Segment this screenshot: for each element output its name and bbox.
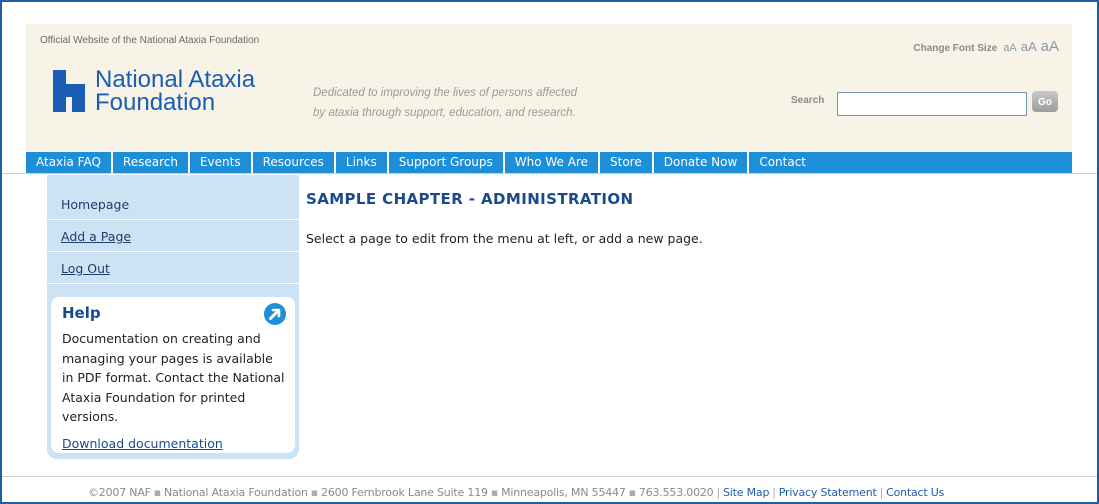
- footer-contact-link[interactable]: Contact Us: [886, 486, 944, 499]
- sidebar-item-log-out[interactable]: Log Out: [47, 254, 299, 284]
- site-logo[interactable]: National Ataxia Foundation: [51, 66, 256, 116]
- main-nav: Ataxia FAQ Research Events Resources Lin…: [26, 152, 1072, 173]
- footer-pipe: |: [772, 486, 776, 499]
- arrow-up-right-circle-icon[interactable]: [263, 302, 287, 326]
- download-documentation-link[interactable]: Download documentation: [62, 436, 223, 451]
- font-size-large-button[interactable]: aA: [1041, 38, 1059, 55]
- nav-store[interactable]: Store: [600, 152, 654, 173]
- footer-bullet: ▪: [628, 486, 636, 499]
- nav-divider: [2, 173, 1097, 174]
- tagline-line-1: Dedicated to improving the lives of pers…: [313, 87, 578, 99]
- font-size-small-button[interactable]: aA: [1003, 42, 1016, 54]
- nav-links[interactable]: Links: [336, 152, 389, 173]
- footer-bullet: ▪: [490, 486, 499, 499]
- footer-divider: [2, 476, 1097, 477]
- footer-phone: 763.553.0020: [638, 486, 714, 499]
- footer-site-map-link[interactable]: Site Map: [723, 486, 769, 499]
- logo-text: National Ataxia Foundation: [95, 66, 256, 116]
- search-label: Search: [791, 95, 825, 106]
- sidebar-item-homepage[interactable]: Homepage: [47, 190, 299, 220]
- footer-bullet: ▪: [153, 486, 162, 499]
- search-input[interactable]: [837, 92, 1027, 116]
- tagline-line-2: by ataxia through support, education, an…: [313, 107, 576, 119]
- footer-bullet: ▪: [310, 486, 319, 499]
- footer-city: Minneapolis, MN 55447: [501, 486, 626, 499]
- page-frame: Official Website of the National Ataxia …: [0, 0, 1099, 504]
- help-title: Help: [62, 304, 101, 322]
- sidebar: Homepage Add a Page Log Out Help Documen…: [47, 175, 299, 459]
- nav-events[interactable]: Events: [190, 152, 253, 173]
- footer-address: 2600 Fernbrook Lane Suite 119: [321, 486, 488, 499]
- tagline: Dedicated to improving the lives of pers…: [313, 83, 577, 123]
- official-website-text: Official Website of the National Ataxia …: [40, 35, 260, 46]
- footer-copyright: ©2007 NAF: [88, 486, 151, 499]
- site-header: Official Website of the National Ataxia …: [26, 24, 1072, 152]
- page-instructions: Select a page to edit from the menu at l…: [306, 231, 703, 246]
- nav-support-groups[interactable]: Support Groups: [389, 152, 505, 173]
- help-box: Help Documentation on creating and manag…: [51, 297, 295, 453]
- naf-logo-icon: [53, 70, 85, 112]
- footer-pipe: |: [879, 486, 884, 499]
- font-size-medium-button[interactable]: aA: [1021, 39, 1037, 54]
- nav-donate-now[interactable]: Donate Now: [654, 152, 750, 173]
- footer-pipe: |: [716, 486, 721, 499]
- logo-line-2: Foundation: [95, 89, 216, 116]
- sidebar-item-add-page[interactable]: Add a Page: [47, 222, 299, 252]
- nav-who-we-are[interactable]: Who We Are: [505, 152, 601, 173]
- nav-research[interactable]: Research: [113, 152, 190, 173]
- footer-org: National Ataxia Foundation: [164, 486, 308, 499]
- nav-resources[interactable]: Resources: [253, 152, 336, 173]
- footer-privacy-link[interactable]: Privacy Statement: [779, 486, 877, 499]
- search-go-button[interactable]: Go: [1032, 91, 1058, 112]
- help-text: Documentation on creating and managing y…: [62, 331, 285, 424]
- site-footer: ©2007 NAF ▪ National Ataxia Foundation ▪ 260…: [88, 486, 944, 499]
- font-size-label: Change Font Size: [913, 43, 998, 54]
- font-size-controls: Change Font Size aA aA aA: [913, 38, 1059, 55]
- nav-ataxia-faq[interactable]: Ataxia FAQ: [26, 152, 113, 173]
- nav-contact[interactable]: Contact: [749, 152, 816, 173]
- logo-line-1: National Ataxia: [95, 66, 256, 93]
- page-title: SAMPLE CHAPTER - ADMINISTRATION: [306, 190, 634, 208]
